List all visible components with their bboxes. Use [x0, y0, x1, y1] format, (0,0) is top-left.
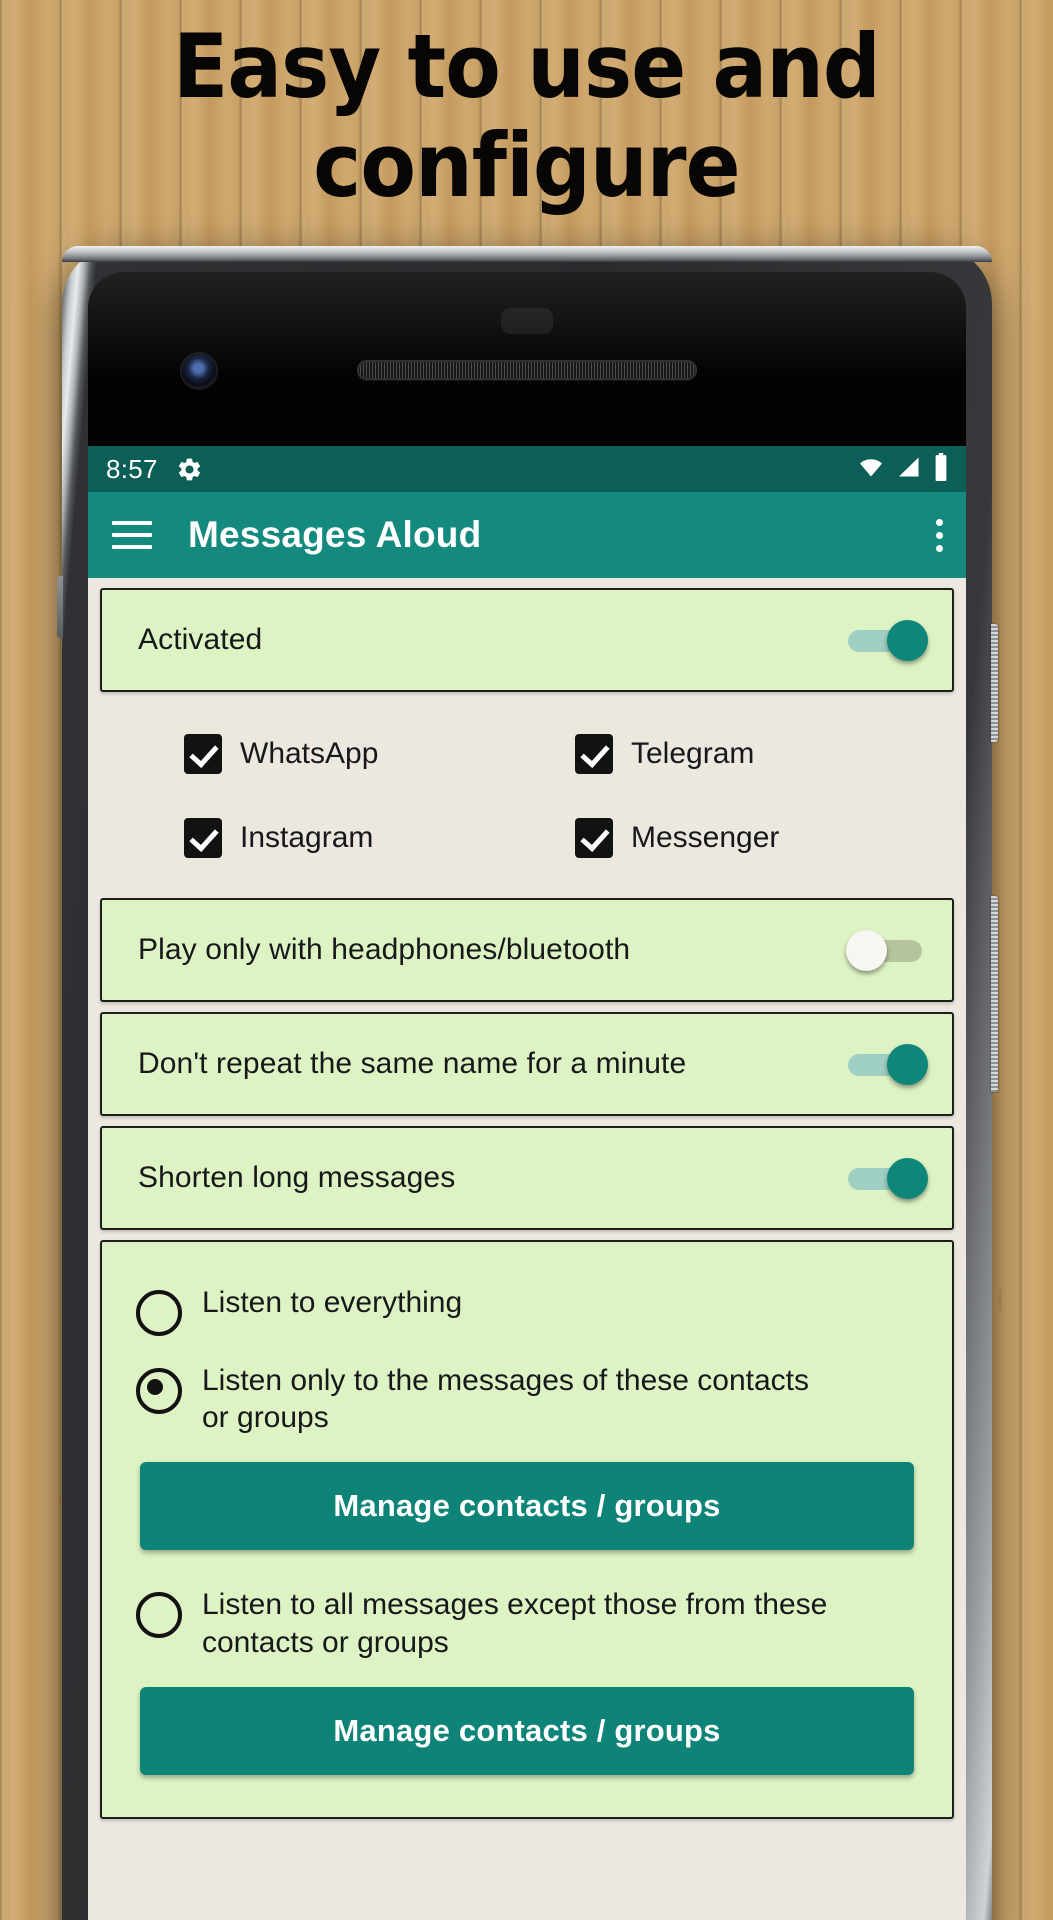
whatsapp-checkbox[interactable] — [184, 734, 222, 774]
status-icon-group — [856, 452, 950, 486]
poster-background: Easy to use and configure 8:57 Messages … — [0, 0, 1053, 1920]
telegram-checkbox[interactable] — [575, 734, 613, 774]
radio-label: Listen to everything — [202, 1286, 463, 1319]
listen-except-contacts-radio[interactable] — [136, 1592, 182, 1639]
messenger-checkbox[interactable] — [575, 818, 613, 858]
shorten-messages-card[interactable]: Shorten long messages — [100, 1126, 954, 1230]
repeat-name-label: Don't repeat the same name for a minute — [138, 1047, 687, 1080]
app-title: Messages Aloud — [188, 514, 482, 555]
activated-toggle[interactable] — [848, 620, 928, 661]
power-button[interactable] — [991, 624, 998, 742]
radio-item-listen-everything[interactable]: Listen to everything — [122, 1268, 932, 1346]
listen-everything-radio[interactable] — [136, 1290, 182, 1336]
checkbox-label: WhatsApp — [240, 737, 379, 770]
headphones-toggle[interactable] — [846, 930, 926, 971]
app-bar: Messages Aloud — [88, 492, 966, 578]
manage-contacts-button-include[interactable]: Manage contacts / groups — [140, 1462, 914, 1551]
radio-label: Listen only to the messages of these con… — [202, 1364, 810, 1435]
shorten-messages-label: Shorten long messages — [138, 1161, 456, 1194]
checkbox-label: Messenger — [631, 821, 780, 854]
checkbox-item-instagram[interactable]: Instagram — [184, 818, 575, 858]
repeat-name-card[interactable]: Don't repeat the same name for a minute — [100, 1012, 954, 1116]
headphones-card[interactable]: Play only with headphones/bluetooth — [100, 898, 954, 1002]
left-side-nub — [57, 576, 63, 638]
radio-label: Listen to all messages except those from… — [202, 1588, 828, 1659]
app-screen: 8:57 Messages Aloud Activated WhatsApp T… — [88, 446, 966, 1920]
status-bar: 8:57 — [88, 446, 966, 492]
instagram-checkbox[interactable] — [184, 818, 222, 858]
repeat-name-toggle[interactable] — [848, 1044, 928, 1085]
gear-icon — [176, 456, 203, 483]
app-checkbox-group: WhatsApp Telegram Instagram Messenger — [88, 702, 966, 888]
signal-icon — [895, 455, 923, 484]
front-camera-icon — [182, 354, 216, 388]
checkbox-item-telegram[interactable]: Telegram — [575, 734, 966, 774]
checkbox-item-messenger[interactable]: Messenger — [575, 818, 966, 858]
listen-only-contacts-radio[interactable] — [136, 1368, 182, 1414]
filter-options-card: Listen to everything Listen only to the … — [100, 1240, 954, 1819]
headline-line-2: configure — [313, 113, 740, 217]
headphones-label: Play only with headphones/bluetooth — [138, 933, 631, 966]
battery-icon — [932, 452, 950, 486]
page-title: Easy to use and configure — [42, 15, 1011, 217]
checkbox-item-whatsapp[interactable]: WhatsApp — [184, 734, 575, 774]
status-time: 8:57 — [106, 453, 158, 484]
checkbox-label: Instagram — [240, 821, 374, 854]
earpiece-speaker-icon — [357, 360, 697, 380]
volume-rocker[interactable] — [991, 896, 998, 1092]
proximity-sensor — [501, 308, 553, 334]
overflow-menu-icon[interactable] — [934, 518, 944, 552]
phone-screen: 8:57 Messages Aloud Activated WhatsApp T… — [88, 272, 966, 1920]
radio-item-listen-only-contacts[interactable]: Listen only to the messages of these con… — [122, 1346, 932, 1446]
hamburger-menu-icon[interactable] — [112, 521, 152, 549]
activated-label: Activated — [138, 623, 263, 656]
shorten-messages-toggle[interactable] — [848, 1158, 928, 1199]
manage-contacts-button-exclude[interactable]: Manage contacts / groups — [140, 1686, 914, 1775]
wifi-icon — [856, 455, 886, 484]
radio-item-listen-except-contacts[interactable]: Listen to all messages except those from… — [122, 1570, 932, 1670]
checkbox-label: Telegram — [631, 737, 755, 770]
phone-mockup: 8:57 Messages Aloud Activated WhatsApp T… — [57, 246, 998, 1920]
headline-line-1: Easy to use and — [173, 15, 881, 118]
activated-card[interactable]: Activated — [100, 588, 954, 692]
settings-content: Activated WhatsApp Telegram Instagram Me… — [88, 588, 966, 1819]
